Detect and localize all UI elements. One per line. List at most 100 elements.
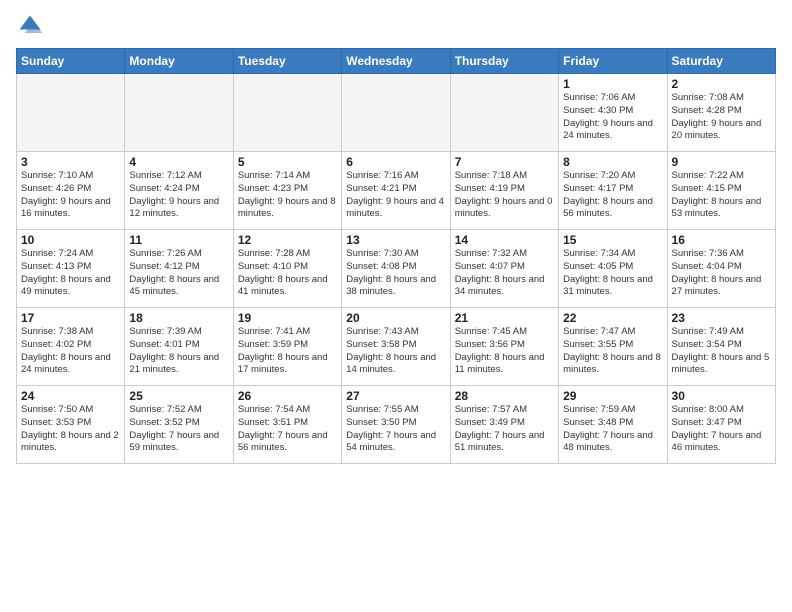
day-cell: 17Sunrise: 7:38 AM Sunset: 4:02 PM Dayli… — [17, 308, 125, 386]
col-header-thursday: Thursday — [450, 49, 558, 74]
day-cell: 5Sunrise: 7:14 AM Sunset: 4:23 PM Daylig… — [233, 152, 341, 230]
day-cell — [233, 74, 341, 152]
day-cell: 20Sunrise: 7:43 AM Sunset: 3:58 PM Dayli… — [342, 308, 450, 386]
day-info: Sunrise: 7:32 AM Sunset: 4:07 PM Dayligh… — [455, 248, 554, 299]
day-number: 8 — [563, 155, 662, 169]
day-cell: 6Sunrise: 7:16 AM Sunset: 4:21 PM Daylig… — [342, 152, 450, 230]
day-cell: 22Sunrise: 7:47 AM Sunset: 3:55 PM Dayli… — [559, 308, 667, 386]
day-cell: 15Sunrise: 7:34 AM Sunset: 4:05 PM Dayli… — [559, 230, 667, 308]
day-number: 12 — [238, 233, 337, 247]
day-cell: 19Sunrise: 7:41 AM Sunset: 3:59 PM Dayli… — [233, 308, 341, 386]
header-row: SundayMondayTuesdayWednesdayThursdayFrid… — [17, 49, 776, 74]
day-number: 5 — [238, 155, 337, 169]
day-number: 16 — [672, 233, 771, 247]
day-number: 25 — [129, 389, 228, 403]
logo — [16, 12, 48, 40]
day-number: 2 — [672, 77, 771, 91]
day-info: Sunrise: 7:06 AM Sunset: 4:30 PM Dayligh… — [563, 92, 662, 143]
day-number: 17 — [21, 311, 120, 325]
day-cell: 27Sunrise: 7:55 AM Sunset: 3:50 PM Dayli… — [342, 386, 450, 464]
day-info: Sunrise: 7:54 AM Sunset: 3:51 PM Dayligh… — [238, 404, 337, 455]
col-header-sunday: Sunday — [17, 49, 125, 74]
day-cell: 10Sunrise: 7:24 AM Sunset: 4:13 PM Dayli… — [17, 230, 125, 308]
day-info: Sunrise: 7:39 AM Sunset: 4:01 PM Dayligh… — [129, 326, 228, 377]
page: SundayMondayTuesdayWednesdayThursdayFrid… — [0, 0, 792, 472]
day-info: Sunrise: 7:16 AM Sunset: 4:21 PM Dayligh… — [346, 170, 445, 221]
day-cell: 30Sunrise: 8:00 AM Sunset: 3:47 PM Dayli… — [667, 386, 775, 464]
day-cell: 16Sunrise: 7:36 AM Sunset: 4:04 PM Dayli… — [667, 230, 775, 308]
day-info: Sunrise: 7:47 AM Sunset: 3:55 PM Dayligh… — [563, 326, 662, 377]
day-info: Sunrise: 7:50 AM Sunset: 3:53 PM Dayligh… — [21, 404, 120, 455]
day-info: Sunrise: 7:08 AM Sunset: 4:28 PM Dayligh… — [672, 92, 771, 143]
day-number: 20 — [346, 311, 445, 325]
day-cell: 2Sunrise: 7:08 AM Sunset: 4:28 PM Daylig… — [667, 74, 775, 152]
day-info: Sunrise: 8:00 AM Sunset: 3:47 PM Dayligh… — [672, 404, 771, 455]
day-cell: 8Sunrise: 7:20 AM Sunset: 4:17 PM Daylig… — [559, 152, 667, 230]
day-info: Sunrise: 7:30 AM Sunset: 4:08 PM Dayligh… — [346, 248, 445, 299]
day-cell: 4Sunrise: 7:12 AM Sunset: 4:24 PM Daylig… — [125, 152, 233, 230]
week-row-2: 3Sunrise: 7:10 AM Sunset: 4:26 PM Daylig… — [17, 152, 776, 230]
day-cell: 3Sunrise: 7:10 AM Sunset: 4:26 PM Daylig… — [17, 152, 125, 230]
col-header-wednesday: Wednesday — [342, 49, 450, 74]
day-number: 11 — [129, 233, 228, 247]
day-number: 14 — [455, 233, 554, 247]
day-cell: 14Sunrise: 7:32 AM Sunset: 4:07 PM Dayli… — [450, 230, 558, 308]
day-info: Sunrise: 7:57 AM Sunset: 3:49 PM Dayligh… — [455, 404, 554, 455]
day-info: Sunrise: 7:49 AM Sunset: 3:54 PM Dayligh… — [672, 326, 771, 377]
day-number: 28 — [455, 389, 554, 403]
col-header-monday: Monday — [125, 49, 233, 74]
day-number: 1 — [563, 77, 662, 91]
day-cell: 29Sunrise: 7:59 AM Sunset: 3:48 PM Dayli… — [559, 386, 667, 464]
day-number: 7 — [455, 155, 554, 169]
day-info: Sunrise: 7:59 AM Sunset: 3:48 PM Dayligh… — [563, 404, 662, 455]
day-number: 10 — [21, 233, 120, 247]
day-cell: 11Sunrise: 7:26 AM Sunset: 4:12 PM Dayli… — [125, 230, 233, 308]
day-number: 29 — [563, 389, 662, 403]
day-info: Sunrise: 7:55 AM Sunset: 3:50 PM Dayligh… — [346, 404, 445, 455]
col-header-saturday: Saturday — [667, 49, 775, 74]
day-cell: 23Sunrise: 7:49 AM Sunset: 3:54 PM Dayli… — [667, 308, 775, 386]
day-info: Sunrise: 7:45 AM Sunset: 3:56 PM Dayligh… — [455, 326, 554, 377]
day-info: Sunrise: 7:22 AM Sunset: 4:15 PM Dayligh… — [672, 170, 771, 221]
day-cell — [125, 74, 233, 152]
col-header-friday: Friday — [559, 49, 667, 74]
day-info: Sunrise: 7:26 AM Sunset: 4:12 PM Dayligh… — [129, 248, 228, 299]
week-row-3: 10Sunrise: 7:24 AM Sunset: 4:13 PM Dayli… — [17, 230, 776, 308]
day-number: 22 — [563, 311, 662, 325]
day-cell: 21Sunrise: 7:45 AM Sunset: 3:56 PM Dayli… — [450, 308, 558, 386]
day-number: 23 — [672, 311, 771, 325]
day-info: Sunrise: 7:52 AM Sunset: 3:52 PM Dayligh… — [129, 404, 228, 455]
day-cell: 9Sunrise: 7:22 AM Sunset: 4:15 PM Daylig… — [667, 152, 775, 230]
day-info: Sunrise: 7:14 AM Sunset: 4:23 PM Dayligh… — [238, 170, 337, 221]
day-cell: 24Sunrise: 7:50 AM Sunset: 3:53 PM Dayli… — [17, 386, 125, 464]
col-header-tuesday: Tuesday — [233, 49, 341, 74]
day-cell: 26Sunrise: 7:54 AM Sunset: 3:51 PM Dayli… — [233, 386, 341, 464]
day-info: Sunrise: 7:36 AM Sunset: 4:04 PM Dayligh… — [672, 248, 771, 299]
day-number: 6 — [346, 155, 445, 169]
day-number: 18 — [129, 311, 228, 325]
day-number: 4 — [129, 155, 228, 169]
day-number: 15 — [563, 233, 662, 247]
week-row-4: 17Sunrise: 7:38 AM Sunset: 4:02 PM Dayli… — [17, 308, 776, 386]
day-number: 9 — [672, 155, 771, 169]
day-cell: 18Sunrise: 7:39 AM Sunset: 4:01 PM Dayli… — [125, 308, 233, 386]
day-cell: 28Sunrise: 7:57 AM Sunset: 3:49 PM Dayli… — [450, 386, 558, 464]
day-cell: 13Sunrise: 7:30 AM Sunset: 4:08 PM Dayli… — [342, 230, 450, 308]
day-cell: 1Sunrise: 7:06 AM Sunset: 4:30 PM Daylig… — [559, 74, 667, 152]
logo-icon — [16, 12, 44, 40]
day-number: 24 — [21, 389, 120, 403]
day-number: 19 — [238, 311, 337, 325]
day-cell — [450, 74, 558, 152]
calendar: SundayMondayTuesdayWednesdayThursdayFrid… — [16, 48, 776, 464]
header — [16, 12, 776, 40]
day-info: Sunrise: 7:10 AM Sunset: 4:26 PM Dayligh… — [21, 170, 120, 221]
week-row-5: 24Sunrise: 7:50 AM Sunset: 3:53 PM Dayli… — [17, 386, 776, 464]
day-cell — [17, 74, 125, 152]
day-info: Sunrise: 7:12 AM Sunset: 4:24 PM Dayligh… — [129, 170, 228, 221]
day-info: Sunrise: 7:24 AM Sunset: 4:13 PM Dayligh… — [21, 248, 120, 299]
day-info: Sunrise: 7:41 AM Sunset: 3:59 PM Dayligh… — [238, 326, 337, 377]
day-cell: 12Sunrise: 7:28 AM Sunset: 4:10 PM Dayli… — [233, 230, 341, 308]
day-info: Sunrise: 7:28 AM Sunset: 4:10 PM Dayligh… — [238, 248, 337, 299]
day-number: 3 — [21, 155, 120, 169]
day-info: Sunrise: 7:38 AM Sunset: 4:02 PM Dayligh… — [21, 326, 120, 377]
